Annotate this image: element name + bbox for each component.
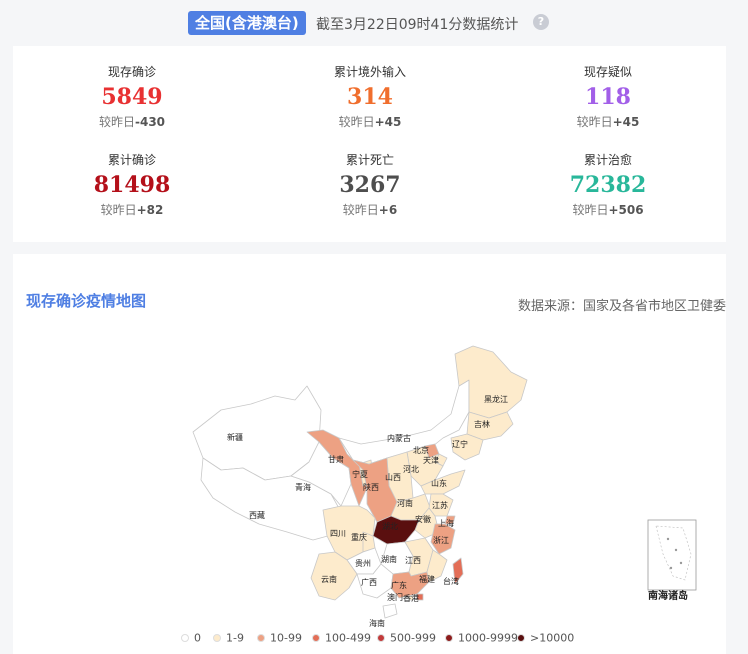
stat-total-deaths: 累计死亡 3267 较昨日+6 [251, 152, 489, 218]
province-label: 四川 [330, 529, 346, 538]
province-label: 福建 [419, 574, 435, 584]
province-label: 陕西 [363, 482, 379, 492]
legend-label: >10000 [530, 631, 575, 645]
province-label: 河北 [403, 464, 419, 474]
legend-item[interactable]: 0 [181, 631, 201, 645]
stat-current-confirmed: 现存确诊 5849 较昨日-430 [13, 64, 251, 130]
province-label: 云南 [321, 574, 337, 584]
help-icon[interactable]: ? [533, 14, 549, 30]
province-label: 上海 [438, 518, 454, 528]
stat-label: 累计确诊 [107, 153, 156, 167]
legend-item[interactable]: 10-99 [257, 631, 302, 645]
legend-item[interactable]: 500-999 [377, 631, 436, 645]
stat-total-cured: 累计治愈 72382 较昨日+506 [489, 152, 727, 218]
legend-swatch [377, 634, 385, 642]
stat-delta: 较昨日+506 [572, 203, 644, 217]
stat-label: 累计死亡 [345, 153, 394, 167]
province-label: 宁夏 [352, 469, 368, 479]
province-label: 天津 [423, 455, 439, 465]
stat-label: 现存确诊 [107, 65, 156, 79]
legend-swatch [181, 634, 189, 642]
legend-label: 1000-9999 [458, 631, 518, 645]
china-map[interactable]: 新疆西藏 青海 甘肃 内蒙古 黑龙江吉林辽宁北京天津河北山西 宁夏陕西 山东河南 江苏安徽 上海… [13, 254, 726, 654]
stat-delta: 较昨日+45 [338, 115, 402, 129]
province-label: 澳门 [387, 592, 403, 602]
stats-card: 现存确诊 5849 较昨日-430 累计境外输入 314 较昨日+45 现存疑似… [13, 46, 726, 242]
stat-delta: 较昨日+6 [342, 203, 398, 217]
legend-label: 1-9 [226, 631, 244, 645]
province-label: 浙江 [433, 535, 449, 545]
header-bar: 全国(含港澳台) 截至3月22日09时41分数据统计 ? [0, 0, 748, 46]
province-label: 青海 [295, 482, 311, 492]
province-label: 江西 [405, 556, 421, 565]
stat-delta: 较昨日-430 [98, 115, 166, 129]
province-label: 新疆 [227, 432, 243, 442]
province-label: 吉林 [474, 419, 490, 429]
province-label: 山西 [385, 472, 401, 482]
inset-label: 南海诸岛 [648, 589, 688, 602]
province-label: 黑龙江 [484, 394, 508, 404]
province-label: 海南 [369, 618, 385, 628]
legend-swatch [213, 634, 221, 642]
legend-label: 100-499 [325, 631, 371, 645]
stat-label: 累计治愈 [583, 153, 632, 167]
province-33[interactable] [382, 603, 398, 619]
stat-total-confirmed: 累计确诊 81498 较昨日+82 [13, 152, 251, 218]
province-label: 重庆 [351, 532, 367, 542]
stat-value: 3267 [339, 172, 401, 198]
legend-swatch [517, 634, 525, 642]
stat-delta: 较昨日+45 [576, 115, 640, 129]
province-label: 西藏 [249, 510, 265, 520]
legend-label: 500-999 [390, 631, 436, 645]
stat-value: 5849 [101, 84, 163, 110]
legend-swatch [312, 634, 320, 642]
stat-value: 314 [347, 84, 393, 110]
stat-value: 118 [585, 84, 631, 110]
province-label: 广东 [391, 580, 407, 590]
stat-suspected: 现存疑似 118 较昨日+45 [489, 64, 727, 130]
region-badge[interactable]: 全国(含港澳台) [188, 11, 306, 35]
province-label: 江苏 [432, 500, 448, 510]
stat-delta: 较昨日+82 [100, 203, 164, 217]
update-time-caption: 截至3月22日09时41分数据统计 [316, 17, 519, 33]
legend-item[interactable]: 100-499 [312, 631, 371, 645]
south-china-sea-inset: 南海诸岛 [647, 519, 697, 602]
legend-label: 10-99 [270, 631, 302, 645]
legend-swatch [445, 634, 453, 642]
legend-swatch [257, 634, 265, 642]
province-label: 湖北 [382, 522, 398, 531]
stat-label: 累计境外输入 [333, 65, 406, 79]
province-label: 安徽 [415, 514, 431, 524]
legend-item[interactable]: >10000 [517, 631, 574, 645]
map-card: 现存确诊疫情地图 数据来源：国家及各省市地区卫健委 新疆 西藏 青海 甘肃 内蒙古 黑龙江… [13, 254, 726, 654]
stat-value: 81498 [93, 172, 171, 198]
legend-item[interactable]: 1-9 [213, 631, 244, 645]
province-label: 甘肃 [328, 454, 344, 464]
stat-imported: 累计境外输入 314 较昨日+45 [251, 64, 489, 130]
province-label: 河南 [397, 498, 413, 508]
province-label: 广西 [361, 577, 377, 587]
legend-label: 0 [194, 631, 201, 645]
province-label: 香港 [403, 593, 419, 603]
province-label: 湖南 [381, 554, 397, 564]
province-label: 贵州 [355, 558, 371, 568]
stat-value: 72382 [569, 172, 647, 198]
legend-item[interactable]: 1000-9999 [445, 631, 518, 645]
province-label: 台湾 [443, 576, 459, 586]
province-label: 内蒙古 [387, 433, 411, 443]
province-label: 山东 [431, 478, 447, 488]
province-label: 辽宁 [452, 439, 468, 449]
province-label: 北京 [413, 445, 429, 455]
province-4[interactable] [338, 379, 470, 465]
stat-label: 现存疑似 [583, 65, 632, 79]
